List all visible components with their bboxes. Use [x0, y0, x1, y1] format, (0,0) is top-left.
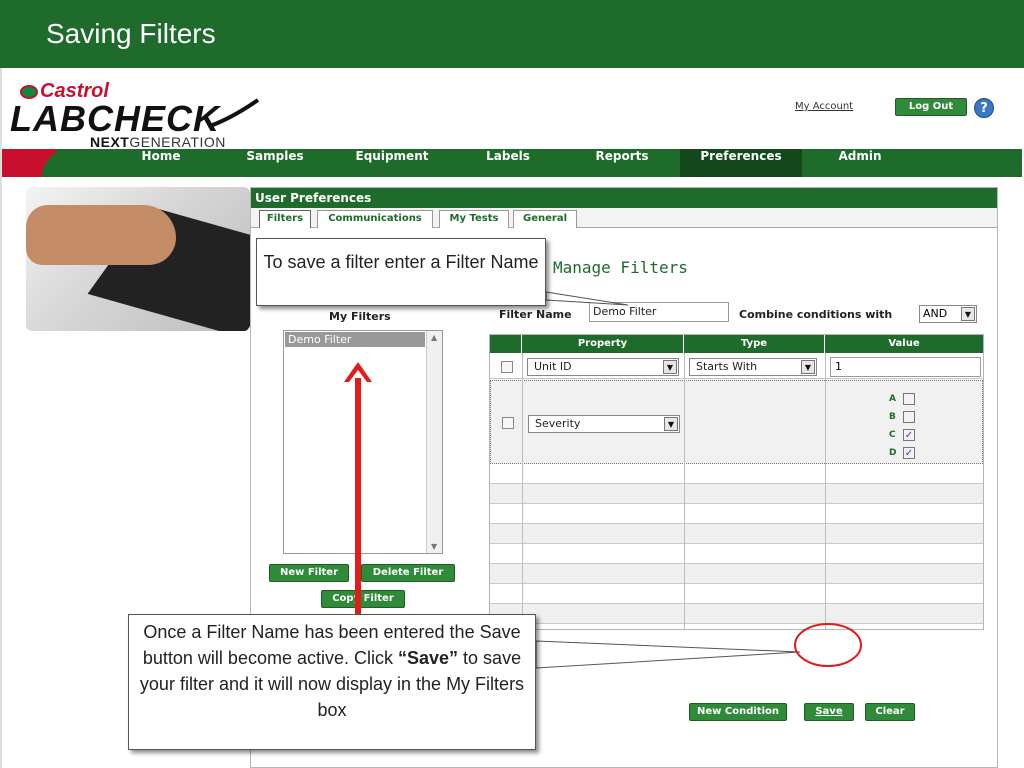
- slide-title-band: Saving Filters: [0, 0, 1024, 68]
- slide-title: Saving Filters: [46, 18, 216, 49]
- property-select-value: Severity: [535, 417, 581, 430]
- grid-divider: [684, 380, 685, 629]
- grid-divider: [825, 380, 826, 629]
- tab-general[interactable]: General: [513, 210, 577, 228]
- combine-conditions-select[interactable]: AND ▼: [919, 305, 977, 323]
- my-filters-listbox[interactable]: Demo Filter ▲ ▼: [283, 330, 443, 554]
- my-filters-label: My Filters: [329, 310, 391, 323]
- callout-bottom-bold: “Save”: [398, 648, 459, 668]
- checkbox-icon[interactable]: [903, 393, 915, 405]
- labcheck-logo: Castrol LABCHECK NEXTGENERATION: [10, 76, 260, 152]
- conditions-grid: Property Type Value Unit ID ▼ Starts Wit…: [489, 334, 984, 630]
- option-label: D: [889, 448, 897, 458]
- combine-conditions-value: AND: [923, 307, 948, 320]
- table-row: [490, 544, 983, 564]
- nav-samples[interactable]: Samples: [230, 149, 320, 177]
- tab-my-tests[interactable]: My Tests: [439, 210, 509, 228]
- table-row: Severity ▼ A B C ✓ D ✓: [490, 380, 983, 464]
- grid-divider: [522, 380, 523, 629]
- combine-conditions-label: Combine conditions with: [739, 308, 893, 321]
- castrol-emblem-icon: [20, 84, 38, 99]
- chevron-down-icon[interactable]: ▼: [961, 307, 975, 321]
- grid-header-property: Property: [522, 335, 684, 353]
- slide: Saving Filters Castrol LABCHECK NEXTGENE…: [0, 0, 1024, 768]
- table-row: Unit ID ▼ Starts With ▼ 1: [490, 353, 983, 379]
- checkbox-icon[interactable]: [903, 411, 915, 423]
- property-select-value: Unit ID: [534, 360, 572, 373]
- nav-preferences[interactable]: Preferences: [680, 149, 802, 177]
- table-row: [490, 584, 983, 604]
- nav-reports[interactable]: Reports: [580, 149, 664, 177]
- hand-shape: [26, 205, 176, 265]
- logo-swoosh-icon: [209, 98, 260, 128]
- logo-tagline: NEXTGENERATION: [90, 134, 226, 150]
- tab-filters[interactable]: Filters: [259, 210, 311, 228]
- table-row: [490, 484, 983, 504]
- log-out-button[interactable]: Log Out: [895, 98, 967, 116]
- table-row: [490, 564, 983, 584]
- list-item[interactable]: Demo Filter: [285, 332, 425, 347]
- delete-filter-button[interactable]: Delete Filter: [361, 564, 455, 582]
- chevron-down-icon[interactable]: ▼: [663, 360, 677, 374]
- listbox-scrollbar[interactable]: ▲ ▼: [426, 331, 442, 553]
- grid-divider: [522, 353, 523, 380]
- main-nav: Home Samples Equipment Labels Reports Pr…: [2, 149, 1022, 177]
- filter-name-input[interactable]: Demo Filter: [589, 302, 729, 322]
- preferences-tabs: Filters Communications My Tests General: [251, 208, 997, 228]
- type-select-value: Starts With: [696, 360, 758, 373]
- option-label: C: [889, 430, 896, 440]
- checkbox-checked-icon[interactable]: ✓: [903, 447, 915, 459]
- logo-tagline-bold: NEXT: [90, 134, 130, 150]
- keyboard-photo: [26, 187, 250, 331]
- table-row: [490, 524, 983, 544]
- logo-tagline-rest: GENERATION: [129, 134, 226, 150]
- value-input[interactable]: 1: [830, 357, 981, 377]
- nav-home[interactable]: Home: [120, 149, 202, 177]
- grid-header-select: [490, 335, 522, 353]
- grid-header-type: Type: [684, 335, 825, 353]
- my-account-link[interactable]: My Account: [795, 101, 853, 112]
- checkbox-checked-icon[interactable]: ✓: [903, 429, 915, 441]
- scroll-down-icon[interactable]: ▼: [431, 542, 437, 551]
- nav-equipment[interactable]: Equipment: [342, 149, 442, 177]
- row-select-checkbox[interactable]: [501, 361, 513, 373]
- table-row: [490, 464, 983, 484]
- callout-bottom: Once a Filter Name has been entered the …: [128, 614, 536, 750]
- chevron-down-icon[interactable]: ▼: [801, 360, 815, 374]
- new-filter-button[interactable]: New Filter: [269, 564, 349, 582]
- panel-title: User Preferences: [251, 188, 997, 208]
- property-select[interactable]: Unit ID ▼: [527, 358, 679, 376]
- nav-admin[interactable]: Admin: [818, 149, 902, 177]
- option-label: B: [889, 412, 896, 422]
- row-select-checkbox[interactable]: [502, 417, 514, 429]
- new-condition-button[interactable]: New Condition: [689, 703, 787, 721]
- table-row: [490, 604, 983, 624]
- grid-header-value: Value: [825, 335, 983, 353]
- save-button[interactable]: Save: [804, 703, 854, 721]
- grid-divider: [684, 353, 685, 380]
- callout-top: To save a filter enter a Filter Name: [256, 238, 546, 306]
- table-row: [490, 504, 983, 524]
- type-select[interactable]: Starts With ▼: [689, 358, 817, 376]
- grid-divider: [825, 353, 826, 380]
- manage-filters-title: Manage Filters: [553, 258, 688, 277]
- property-select[interactable]: Severity ▼: [528, 415, 680, 433]
- tab-communications[interactable]: Communications: [317, 210, 433, 228]
- help-icon[interactable]: ?: [974, 98, 994, 118]
- nav-labels[interactable]: Labels: [468, 149, 548, 177]
- copy-filter-button[interactable]: Copy Filter: [321, 590, 405, 608]
- filter-name-label: Filter Name: [499, 308, 572, 321]
- option-label: A: [889, 394, 896, 404]
- scroll-up-icon[interactable]: ▲: [431, 333, 437, 342]
- clear-button[interactable]: Clear: [865, 703, 915, 721]
- chevron-down-icon[interactable]: ▼: [664, 417, 678, 431]
